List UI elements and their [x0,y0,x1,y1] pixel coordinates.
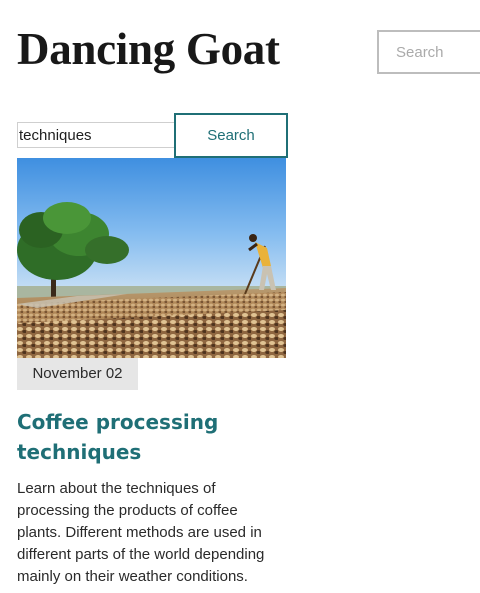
header-search-input[interactable] [377,30,480,74]
article-title: Coffee processing techniques [17,407,286,467]
date-badge: November 02 [17,358,138,390]
page: Dancing Goat Search techniques Search No… [0,0,480,593]
article-title-link[interactable]: Coffee processing techniques [17,410,218,464]
search-button[interactable]: Search [174,113,288,158]
article-summary: Learn about the techniques of processing… [17,480,265,585]
site-title[interactable]: Dancing Goat [17,22,280,76]
search-result-item: November 02 Coffee processing techniques… [17,158,286,585]
coffee-drying-photo[interactable] [17,158,286,358]
search-query-input[interactable] [17,122,176,148]
